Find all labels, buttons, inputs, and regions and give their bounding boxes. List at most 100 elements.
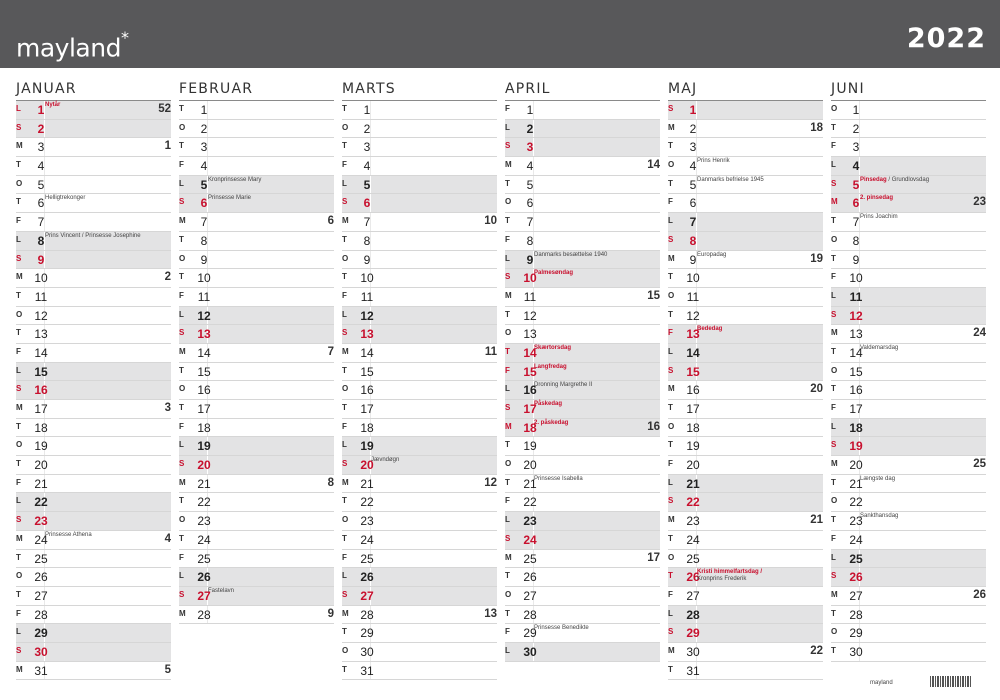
weekday-letter: T [179, 141, 184, 151]
day-row: O 15 [831, 362, 986, 382]
weekday-letter: M [16, 664, 23, 674]
weekday-letter: F [179, 552, 184, 562]
day-row: M 7 6 [179, 213, 334, 232]
day-note: Prinsesse Isabella [534, 475, 583, 482]
day-number: 1 [363, 103, 371, 117]
day-row: F4 [342, 157, 497, 176]
weekday-letter: O [668, 290, 675, 300]
weekday-letter: O [505, 589, 512, 599]
day-row: S6 [342, 194, 497, 214]
day-row: F 17 [831, 400, 986, 419]
day-row: F 24 [831, 530, 986, 550]
weekday-letter: L [505, 515, 510, 525]
day-row: F 14 [16, 343, 171, 363]
day-number: 30 [360, 644, 374, 659]
day-row: L 19 [179, 437, 334, 457]
day-number: 30 [849, 644, 863, 659]
day-row: T 12 [505, 306, 660, 326]
day-number: 12 [360, 308, 374, 323]
week-number: 25 [973, 458, 986, 471]
day-row: O 16 [179, 381, 334, 400]
weekday-letter: T [342, 365, 347, 375]
weekday-letter: M [16, 272, 23, 282]
day-row: F 15 Langfredag [505, 362, 660, 382]
weekday-letter: T [831, 477, 836, 487]
day-number: 13 [849, 327, 863, 342]
day-number: 22 [197, 495, 211, 510]
day-number: 30 [523, 644, 537, 659]
day-row: O 29 [831, 624, 986, 643]
weekday-letter: S [831, 440, 837, 450]
weekday-letter: F [505, 234, 510, 244]
day-row: M 21 12 [342, 474, 497, 494]
day-number: 10 [360, 271, 374, 286]
week-number: 18 [810, 121, 823, 134]
weekday-letter: L [505, 384, 510, 394]
day-number: 22 [360, 495, 374, 510]
day-row: T 22 [342, 493, 497, 513]
day-number: 14 [197, 345, 211, 360]
weekday-letter: F [505, 365, 510, 375]
weekday-letter: S [831, 571, 837, 581]
day-number: 26 [523, 570, 537, 585]
day-number: 22 [523, 495, 537, 510]
weekday-letter: L [668, 346, 673, 356]
week-number: 16 [647, 420, 660, 433]
weekday-letter: F [342, 290, 347, 300]
day-number: 15 [686, 364, 700, 379]
day-row: M 14 7 [179, 343, 334, 363]
weekday-letter: O [179, 253, 186, 263]
day-row: T 31 [342, 661, 497, 681]
day-row: T 14 Valdemarsdag [831, 343, 986, 363]
weekday-letter: F [16, 477, 21, 487]
day-row: O 20 [505, 456, 660, 475]
month-name: APRIL [505, 78, 660, 101]
day-row: T 17 [342, 400, 497, 419]
day-number: 4 [363, 159, 371, 174]
day-row: L 18 [831, 418, 986, 438]
weekday-letter: L [16, 104, 21, 113]
header-bar: mayland* 2022 [0, 0, 1000, 68]
day-row: M 21 8 [179, 474, 334, 494]
day-note: Danmarks befrielse 1945 [697, 176, 764, 183]
day-number: 9 [200, 252, 208, 267]
day-number: 4 [852, 159, 860, 174]
day-row: O 18 [668, 418, 823, 438]
day-row: F 13 Bededag [668, 325, 823, 344]
day-note: Prins Vincent / Prinsesse Josephine [45, 232, 141, 239]
day-number: 7 [363, 215, 371, 230]
day-number: 13 [523, 327, 537, 342]
week-number: 19 [810, 252, 823, 265]
weekday-letter: M [831, 589, 838, 599]
weekday-letter: L [16, 234, 21, 244]
weekday-letter: F [16, 346, 21, 356]
day-row: M 7 10 [342, 213, 497, 232]
day-row: M 24 Prinsesse Athena 4 [16, 530, 171, 550]
weekday-letter: L [505, 645, 510, 655]
day-number: 20 [523, 458, 537, 473]
day-note: Påskedag [534, 401, 563, 407]
day-row: M 27 26 [831, 586, 986, 606]
month-column: MARTS T 1 O 2 T 3 F 4 L 5 S 6 M 7 10 T 8 O 9 T 10 F 11 L 12 S 13 M 14… [342, 78, 497, 681]
weekday-letter: L [831, 421, 836, 431]
day-note-tail: / Grundlovsdag [886, 176, 930, 183]
day-row: T 22 [179, 493, 334, 513]
weekday-letter: S [16, 645, 22, 655]
weekday-letter: L [831, 290, 836, 300]
day-row: L 25 [831, 549, 986, 569]
day-row: T 27 [16, 586, 171, 606]
day-number: 19 [523, 439, 537, 454]
day-row: S 27 Fastelavn [179, 586, 334, 606]
weekday-letter: T [668, 533, 673, 543]
day-note: Valdemarsdag [860, 344, 899, 351]
day-row: T 10 [179, 269, 334, 288]
day-row: M 31 5 [16, 661, 171, 681]
weekday-letter: M [831, 328, 838, 338]
weekday-letter: O [179, 122, 186, 132]
weekday-letter: F [668, 589, 673, 599]
day-row: L4 [831, 157, 986, 176]
weekday-letter: S [505, 403, 511, 412]
day-number: 2 [200, 121, 208, 136]
day-number: 18 [197, 420, 211, 435]
weekday-letter: F [831, 272, 836, 282]
